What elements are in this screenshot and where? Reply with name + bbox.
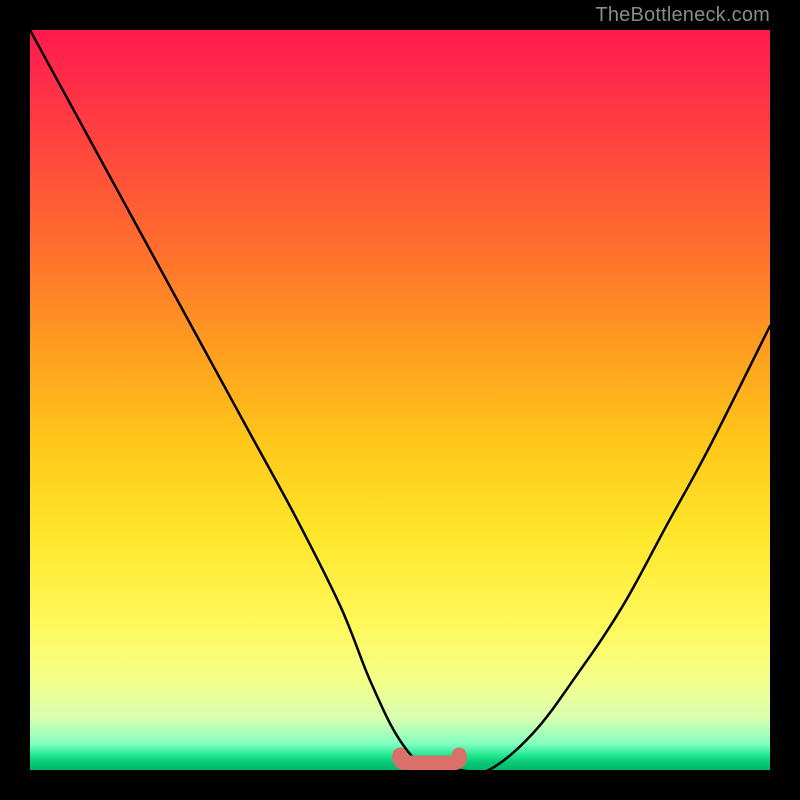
chart-frame: TheBottleneck.com — [0, 0, 800, 800]
bottleneck-curve — [30, 30, 770, 770]
plot-area — [30, 30, 770, 770]
watermark-text: TheBottleneck.com — [595, 4, 770, 27]
curve-layer — [30, 30, 770, 770]
valley-floor-highlight — [400, 755, 460, 763]
